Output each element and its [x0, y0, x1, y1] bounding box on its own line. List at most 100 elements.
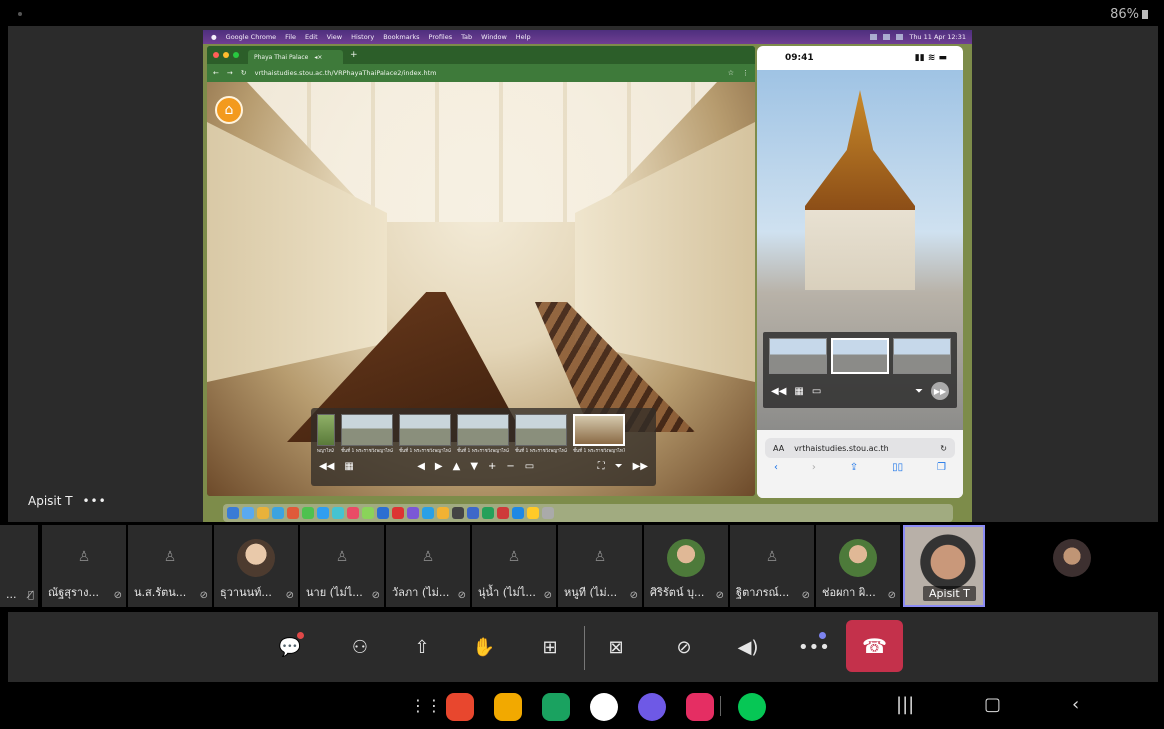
participant-tile[interactable]: ธุวานนท์... ⊘: [214, 525, 298, 607]
person-placeholder-icon: ♙: [163, 549, 177, 565]
participant-avatar: [667, 539, 705, 577]
more-icon[interactable]: •••: [798, 632, 830, 662]
scene-thumbnail: [515, 414, 567, 446]
scene-label: ชั้นที่ 1 พระราชวังพญาไท2: [341, 449, 393, 454]
office-app-icon[interactable]: [446, 693, 474, 721]
share-screen-icon[interactable]: ⇧: [408, 634, 436, 662]
messages-app-icon[interactable]: [590, 693, 618, 721]
hide-bar-icon: ⏷: [614, 461, 623, 472]
participant-tile[interactable]: ♙ นาย (ไม่ไ... ⊘: [300, 525, 384, 607]
menu-help: Help: [515, 33, 531, 41]
address-bar: ← → ↻ vrthaistudies.stou.ac.th/VRPhayaTh…: [207, 64, 755, 82]
dock-app-icon: [482, 507, 494, 519]
browser-app-icon[interactable]: [638, 693, 666, 721]
reload-icon: ↻: [940, 443, 947, 453]
vr-goggles-icon: ▭: [524, 461, 535, 472]
participant-tile[interactable]: ♙ นุ่น้ำ (ไม่ไ... ⊘: [472, 525, 556, 607]
shared-desktop: ● Google Chrome File Edit View History B…: [203, 30, 972, 524]
dock-app-icon: [377, 507, 389, 519]
bookmarks-icon: ▯▯: [892, 462, 904, 473]
mic-off-icon: 🎙̸: [27, 590, 34, 601]
text-size-button: AA: [773, 443, 785, 453]
presenter-more-icon[interactable]: •••: [82, 494, 106, 508]
new-tab-icon: +: [350, 50, 358, 60]
camera-dot: [18, 12, 22, 16]
dock-app-icon: [227, 507, 239, 519]
view-grid-icon[interactable]: ⊞: [536, 634, 564, 662]
scene-thumbnail-active: [831, 338, 889, 374]
scene-thumbnail: [341, 414, 393, 446]
hang-up-icon: ☎: [862, 634, 887, 658]
participant-tile[interactable]: ♙ ฐิตาภรณ์... ⊘: [730, 525, 814, 607]
participant-tile[interactable]: ... 🎙̸: [0, 525, 38, 607]
speaker-icon[interactable]: ◀): [734, 634, 762, 662]
self-view-tile[interactable]: Apisit T: [903, 525, 985, 607]
phone-app-icon[interactable]: [542, 693, 570, 721]
grid-icon: ▦: [794, 385, 804, 397]
recent-apps-icon[interactable]: |||: [896, 694, 914, 715]
mac-dock: [223, 504, 953, 522]
back-icon: ‹: [773, 462, 778, 473]
mic-off-icon: ⊘: [199, 590, 208, 601]
hang-up-button[interactable]: ☎: [846, 620, 903, 672]
taskbar-divider: [720, 696, 721, 716]
phone-simulator: 09:41 ▮▮ ≋ ▬ ◀◀ ▦ ▭ ⏷ ▶▶ AA vrthaistudie…: [757, 46, 963, 498]
menu-app: Google Chrome: [225, 33, 277, 41]
mic-off-icon: ⊘: [715, 590, 724, 601]
tabs-icon: ❐: [937, 462, 947, 473]
participant-name: นุ่น้ำ (ไม่ไ...: [478, 586, 536, 599]
dock-app-icon: [347, 507, 359, 519]
dock-app-icon: [362, 507, 374, 519]
dock-app-icon: [272, 507, 284, 519]
safari-toolbar: AA vrthaistudies.stou.ac.th ↻ ‹ › ⇪ ▯▯ ❐: [757, 430, 963, 498]
participant-tile[interactable]: ศิริรัตน์ บุ... ⊘: [644, 525, 728, 607]
scene-thumbnail: [399, 414, 451, 446]
dock-app-icon: [392, 507, 404, 519]
dock-app-icon: [407, 507, 419, 519]
dock-app-icon: [467, 507, 479, 519]
shared-screen-stage: ● Google Chrome File Edit View History B…: [8, 26, 1158, 524]
mic-off-icon: ⊘: [801, 590, 810, 601]
person-placeholder-icon: ♙: [507, 549, 521, 565]
person-placeholder-icon: ♙: [593, 549, 607, 565]
phone-status-bar: 09:41 ▮▮ ≋ ▬: [757, 46, 963, 70]
dock-app-icon: [527, 507, 539, 519]
dock-app-icon: [302, 507, 314, 519]
line-app-icon[interactable]: [738, 693, 766, 721]
forward-icon: ›: [811, 462, 816, 473]
mic-off-icon[interactable]: ⊘: [670, 634, 698, 662]
dock-app-icon: [422, 507, 434, 519]
mac-menubar: ● Google Chrome File Edit View History B…: [203, 30, 972, 44]
back-icon: ←: [213, 69, 219, 77]
tab-strip: Phaya Thai Palace ◂× +: [207, 46, 755, 64]
files-app-icon[interactable]: [494, 693, 522, 721]
chat-icon[interactable]: 💬: [276, 632, 304, 662]
overflow-participant-tile[interactable]: [1030, 525, 1114, 607]
scene-label: พญาไท2: [317, 449, 335, 454]
camera-app-icon[interactable]: [686, 693, 714, 721]
temple-image: [805, 90, 915, 290]
dock-app-icon: [242, 507, 254, 519]
mic-off-icon: ⊘: [113, 590, 122, 601]
home-nav-icon[interactable]: ▢: [984, 694, 1001, 715]
participant-tile[interactable]: ช่อผกา ผิ... ⊘: [816, 525, 900, 607]
participant-name: นาย (ไม่ไ...: [306, 586, 363, 599]
participant-name: ศิริรัตน์ บุ...: [650, 586, 705, 599]
apple-icon: ●: [211, 33, 217, 41]
people-icon[interactable]: ⚇: [346, 634, 374, 662]
participant-tile[interactable]: ♙ ณัฐสุราง... ⊘: [42, 525, 126, 607]
extensions-icon: ⋮: [742, 69, 749, 77]
participant-tile[interactable]: ♙ วัลภา (ไม่... ⊘: [386, 525, 470, 607]
participant-name: ฐิตาภรณ์...: [736, 586, 790, 599]
presenter-label: Apisit T •••: [28, 494, 107, 508]
raise-hand-icon[interactable]: ✋: [470, 634, 498, 662]
back-nav-icon[interactable]: ‹: [1072, 694, 1079, 715]
camera-off-icon[interactable]: ⊠: [602, 634, 630, 662]
participant-tile[interactable]: ♙ น.ส.รัตน... ⊘: [128, 525, 212, 607]
reload-icon: ↻: [240, 69, 247, 77]
menubar-clock: Thu 11 Apr 12:31: [909, 33, 966, 41]
mic-off-icon: ⊘: [543, 590, 552, 601]
url-text: vrthaistudies.stou.ac.th/VRPhayaThaiPala…: [254, 69, 437, 77]
participant-tile[interactable]: ♙ หนูที (ไม่... ⊘: [558, 525, 642, 607]
forward-icon: →: [226, 69, 233, 77]
